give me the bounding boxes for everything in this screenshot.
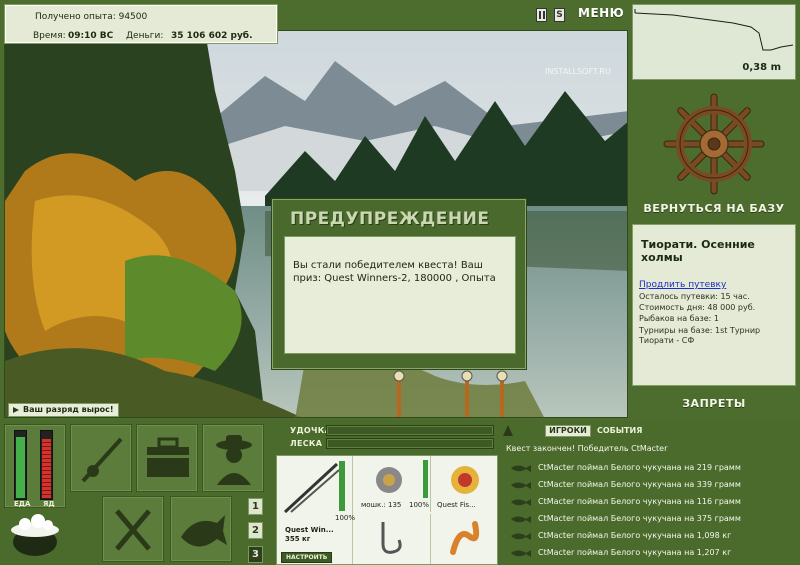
event-text: CtMacter поймал Белого чукучана на 219 г… — [538, 463, 741, 472]
food-meter — [14, 430, 27, 500]
watermark: INSTALLSOFT.RU — [545, 67, 611, 76]
player-info-panel: Получено опыта: 94500 Время: 09:10 ВС Де… — [4, 4, 278, 44]
time-label: Время: — [33, 31, 66, 41]
event-text: CtMacter поймал Белого чукучана на 375 г… — [538, 514, 741, 523]
permit-remaining: Осталось путевки: 15 час. — [639, 292, 750, 301]
tournaments-line-2: Тиорати - СФ — [639, 336, 695, 345]
fish-icon — [511, 482, 531, 489]
rods-slot[interactable] — [70, 424, 132, 492]
fish-icon — [511, 533, 531, 540]
depth-graph-panel: 0,38 m — [632, 4, 796, 80]
reel-icon — [376, 467, 402, 493]
menu-button[interactable]: МЕНЮ — [578, 6, 624, 20]
poison-label: ЯД — [43, 500, 55, 508]
poison-meter — [40, 430, 53, 500]
anglers-at-base: Рыбаков на базе: 1 — [639, 314, 719, 323]
warning-dialog: ПРЕДУПРЕЖДЕНИЕ Вы стали победителем квес… — [271, 198, 527, 370]
money-value: 35 106 602 руб. — [171, 31, 253, 41]
tackle-box-icon — [147, 437, 189, 477]
return-to-base-button[interactable]: ВЕРНУТЬСЯ НА БАЗУ — [632, 202, 796, 215]
bait-cell[interactable] — [433, 514, 497, 564]
list-item: CtMacter поймал Белого чукучана на 1,207… — [506, 545, 796, 562]
rod-tension-bar — [326, 425, 494, 436]
hook-cell[interactable] — [357, 514, 431, 564]
setup-button[interactable]: НАСТРОИТЬ — [281, 552, 333, 563]
hook-icon — [381, 522, 402, 554]
ship-wheel-graphic — [663, 93, 765, 195]
poison-meter-fill — [42, 438, 51, 498]
extend-permit-link[interactable]: Продлить путевку — [639, 280, 726, 290]
fishing-rod-icon — [81, 437, 123, 483]
tournaments-line-1: Турниры на базе: 1st Турнир — [639, 326, 761, 335]
pause-button[interactable] — [536, 8, 547, 22]
food-slot[interactable] — [102, 496, 164, 562]
page-button-3[interactable]: 3 — [248, 546, 263, 563]
tab-players[interactable]: ИГРОКИ — [545, 425, 591, 437]
rod-label: УДОЧКА — [290, 426, 332, 435]
cauldron-icon[interactable] — [8, 512, 62, 560]
list-item: CtMacter поймал Белого чукучана на 339 г… — [506, 477, 796, 494]
tackle-box-slot[interactable] — [136, 424, 198, 492]
event-text: CtMacter поймал Белого чукучана на 1,098… — [538, 531, 732, 540]
catch-slot[interactable] — [170, 496, 232, 562]
fork-knife-icon — [115, 509, 151, 551]
rod-name: Quest Win... — [285, 526, 334, 534]
reel-durability-bar — [423, 460, 428, 498]
page-button-2[interactable]: 2 — [248, 522, 263, 539]
fish-icon — [511, 516, 531, 523]
fisherman-icon — [216, 435, 252, 485]
food-meter-fill — [16, 437, 25, 498]
list-item: CtMacter поймал Белого чукучана на 116 г… — [506, 494, 796, 511]
location-info-panel: Тиорати. Осенние холмы Продлить путевку … — [632, 224, 796, 386]
location-title: Тиорати. Осенние холмы — [641, 238, 755, 264]
sound-toggle-button[interactable]: S — [554, 8, 565, 22]
tab-events[interactable]: СОБЫТИЯ — [597, 425, 642, 437]
event-text: CtMacter поймал Белого чукучана на 116 г… — [538, 497, 741, 506]
line-name: Quest Fis... — [437, 501, 476, 509]
reel-name: мошк.: 135 — [361, 501, 402, 509]
day-cost: Стоимость дня: 48 000 руб. — [639, 303, 756, 312]
dialog-title: ПРЕДУПРЕЖДЕНИЕ — [290, 209, 490, 229]
dialog-message: Вы стали победителем квеста! Ваш приз: Q… — [284, 236, 516, 354]
character-slot[interactable] — [202, 424, 264, 492]
fish-icon — [511, 499, 531, 506]
depth-value: 0,38 m — [742, 62, 781, 73]
list-item: CtMacter поймал Белого чукучана на 219 г… — [506, 460, 796, 477]
rod-weight: 355 кг — [285, 535, 311, 543]
fish-icon — [511, 465, 531, 472]
ship-wheel-icon[interactable] — [632, 92, 796, 198]
experience-label: Получено опыта: 94500 — [35, 12, 148, 22]
fish-icon — [181, 515, 227, 547]
events-list: Квест закончен! Победитель CtMacter CtMa… — [506, 442, 796, 563]
rod-durability-bar — [339, 461, 345, 511]
event-header: Квест закончен! Победитель CtMacter — [506, 444, 668, 453]
event-text: CtMacter поймал Белого чукучана на 339 г… — [538, 480, 741, 489]
time-value: 09:10 ВС — [68, 31, 114, 41]
rod-percent: 100% — [335, 514, 356, 522]
page-button-1[interactable]: 1 — [248, 498, 263, 515]
rod-image-icon — [283, 462, 340, 514]
food-label: ЕДА — [14, 500, 31, 508]
line-label: ЛЕСКА — [290, 439, 323, 448]
list-item: CtMacter поймал Белого чукучана на 375 г… — [506, 511, 796, 528]
game-window: INSTALLSOFT.RU Получено опыта: 94500 Вре… — [0, 0, 800, 565]
list-item: CtMacter поймал Белого чукучана на 1,098… — [506, 528, 796, 545]
line-tension-bar — [326, 438, 494, 449]
rank-up-notice[interactable]: Ваш разряд вырос! — [8, 403, 119, 417]
line-spool-icon — [451, 466, 479, 494]
rod-cell[interactable]: 100% Quest Win... 355 кг НАСТРОИТЬ — [277, 456, 356, 564]
worm-bait-icon — [450, 521, 480, 555]
line-cell[interactable]: Quest Fis... — [433, 456, 497, 512]
reel-cell[interactable]: мошк.: 135 100% — [357, 456, 431, 512]
fish-icon — [511, 550, 531, 557]
money-label: Деньги: — [126, 31, 164, 41]
event-text: CtMacter поймал Белого чукучана на 1,207… — [538, 548, 732, 557]
tackle-panel: 100% Quest Win... 355 кг НАСТРОИТЬ мошк.… — [276, 455, 498, 565]
collapse-arrow-icon[interactable] — [502, 424, 514, 438]
reel-percent: 100% — [409, 501, 430, 509]
bans-button[interactable]: ЗАПРЕТЫ — [632, 397, 796, 410]
